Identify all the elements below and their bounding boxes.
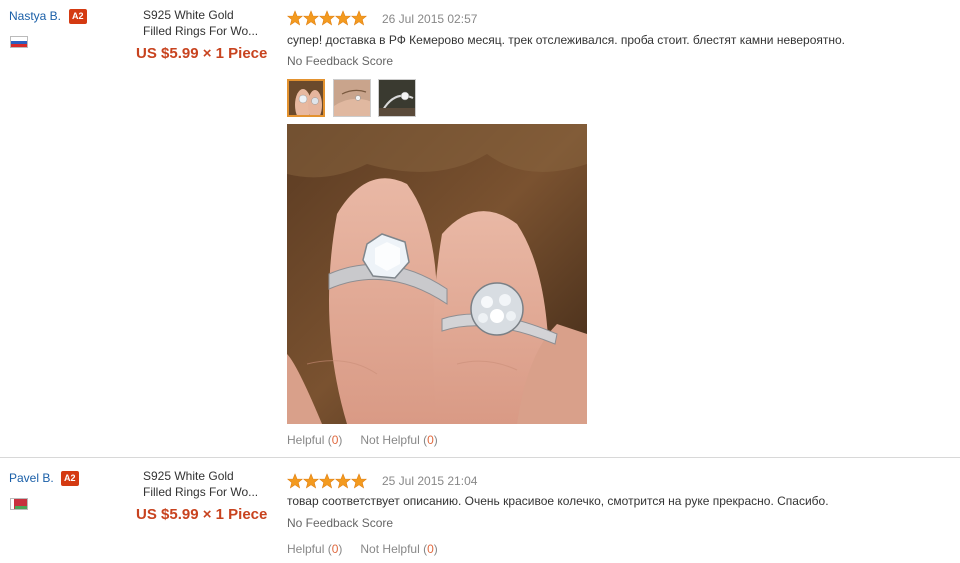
star-icon xyxy=(287,10,303,26)
flag-belarus-icon xyxy=(10,498,28,510)
reviewer-name-link[interactable]: Pavel B. xyxy=(9,471,54,485)
order-price: US $5.99 × 1 Piece xyxy=(136,506,268,523)
review-text: супер! доставка в РФ Кемерово месяц. тре… xyxy=(287,33,846,47)
photo-thumbnail[interactable] xyxy=(333,79,371,117)
photo-thumbnail[interactable] xyxy=(287,79,325,117)
product-title-line2[interactable]: Filled Rings For Wo... xyxy=(143,23,273,39)
review-item: Pavel B. A2 S925 White Gold Filled Rings… xyxy=(0,459,960,563)
reviewer-name-link[interactable]: Nastya B. xyxy=(9,9,61,23)
star-icon xyxy=(335,10,351,26)
not-helpful-count: 0 xyxy=(427,433,434,447)
star-icon xyxy=(303,473,319,489)
product-title-line1[interactable]: S925 White Gold xyxy=(143,7,273,23)
star-icon xyxy=(351,473,367,489)
not-helpful-label: Not Helpful xyxy=(360,433,420,447)
review-text: товар соответствует описанию. Очень крас… xyxy=(287,494,829,508)
product-title: S925 White Gold Filled Rings For Wo... xyxy=(143,7,273,39)
star-rating xyxy=(287,473,367,489)
product-title-line2[interactable]: Filled Rings For Wo... xyxy=(143,484,273,500)
review-divider xyxy=(0,457,960,458)
helpful-label: Helpful xyxy=(287,433,325,447)
not-helpful-link[interactable]: Not Helpful (0) xyxy=(360,433,437,447)
star-rating xyxy=(287,10,367,26)
flag-russia-icon xyxy=(10,36,28,48)
star-icon xyxy=(351,10,367,26)
not-helpful-count: 0 xyxy=(427,542,434,556)
star-icon xyxy=(335,473,351,489)
not-helpful-label: Not Helpful xyxy=(360,542,420,556)
review-date: 26 Jul 2015 02:57 xyxy=(382,12,478,26)
helpful-link[interactable]: Helpful (0) xyxy=(287,433,342,447)
product-title-line1[interactable]: S925 White Gold xyxy=(143,468,273,484)
buyer-level-badge: A2 xyxy=(69,9,87,24)
helpful-link[interactable]: Helpful (0) xyxy=(287,542,342,556)
review-date: 25 Jul 2015 21:04 xyxy=(382,474,478,488)
helpful-votes: Helpful (0) Not Helpful (0) xyxy=(287,433,438,447)
product-title: S925 White Gold Filled Rings For Wo... xyxy=(143,468,273,500)
star-icon xyxy=(287,473,303,489)
not-helpful-link[interactable]: Not Helpful (0) xyxy=(360,542,437,556)
helpful-count: 0 xyxy=(331,542,339,556)
buyer-level-badge: A2 xyxy=(61,471,79,486)
feedback-score: No Feedback Score xyxy=(287,516,394,530)
star-icon xyxy=(303,10,319,26)
order-price: US $5.99 × 1 Piece xyxy=(136,45,268,62)
star-icon xyxy=(319,10,335,26)
review-photo[interactable] xyxy=(287,124,587,424)
star-icon xyxy=(319,473,335,489)
photo-thumbnail[interactable] xyxy=(378,79,416,117)
helpful-label: Helpful xyxy=(287,542,325,556)
review-item: Nastya B. A2 S925 White Gold Filled Ring… xyxy=(0,0,960,458)
helpful-count: 0 xyxy=(331,433,339,447)
feedback-score: No Feedback Score xyxy=(287,54,394,68)
helpful-votes: Helpful (0) Not Helpful (0) xyxy=(287,542,438,556)
